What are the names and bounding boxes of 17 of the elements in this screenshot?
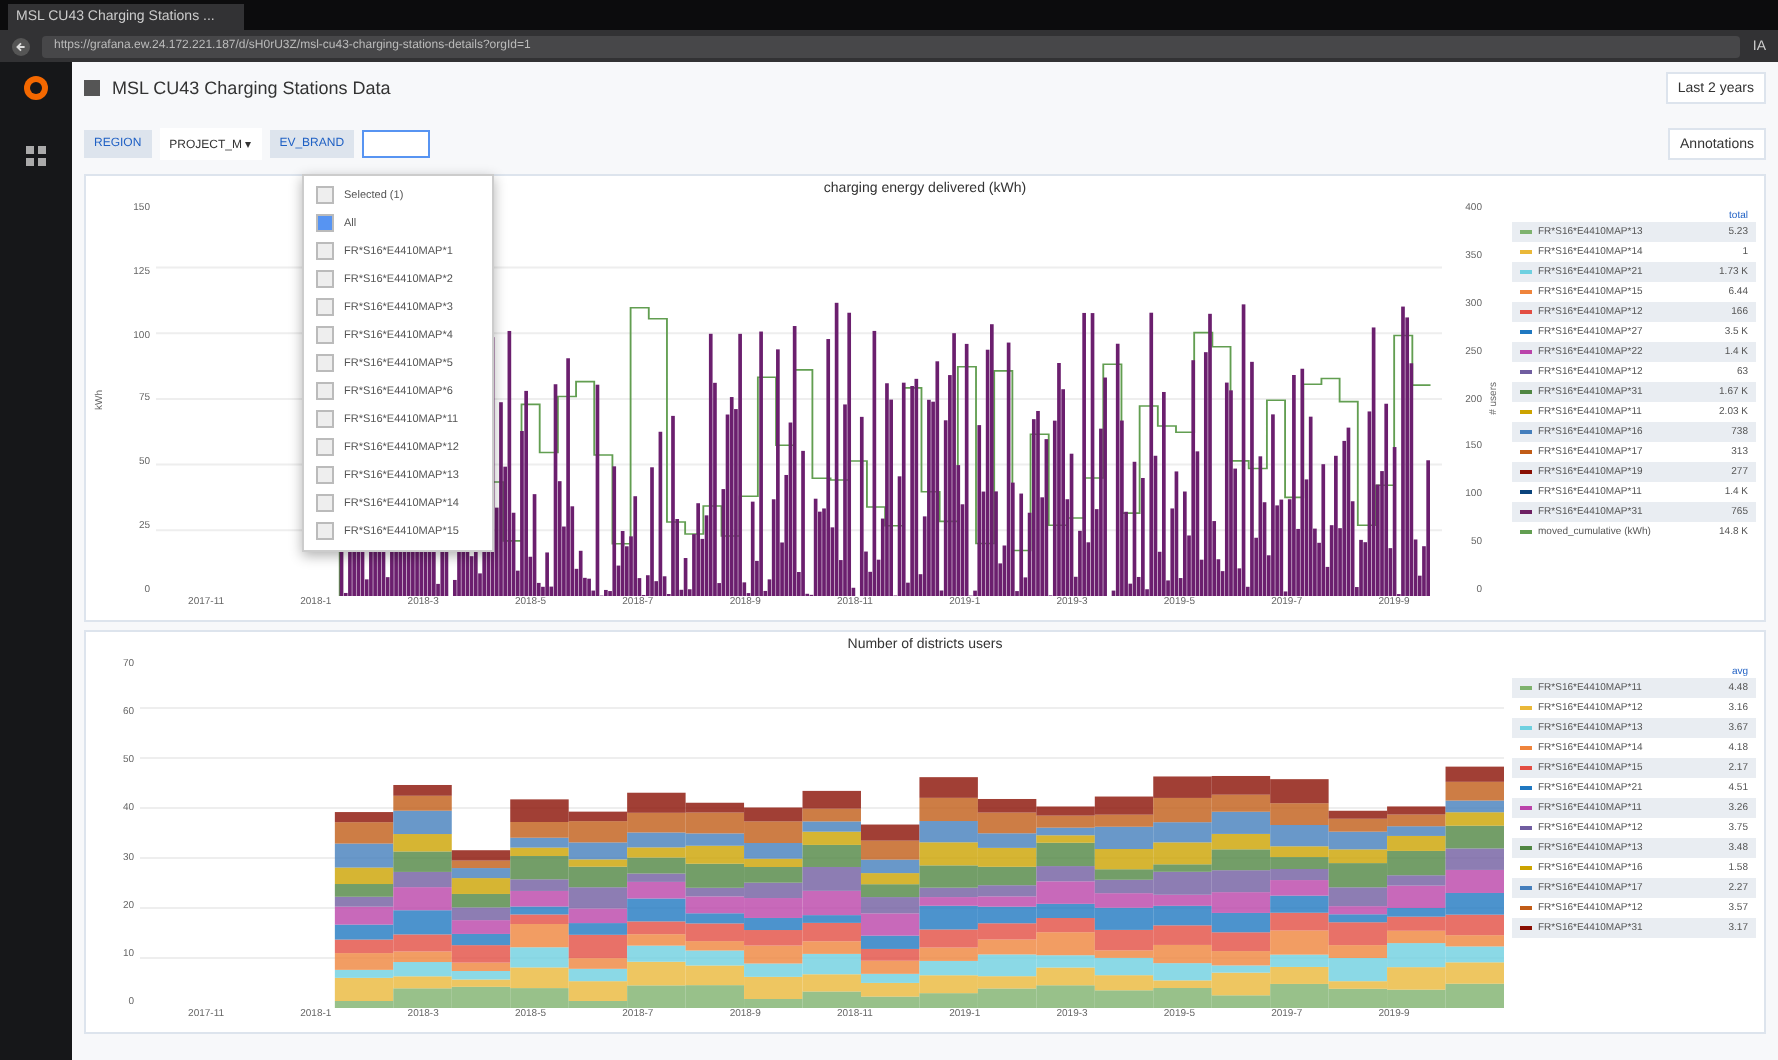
checkbox[interactable] xyxy=(316,242,334,260)
dashboard-title[interactable]: MSL CU43 Charging Stations Data xyxy=(112,78,1654,98)
back-arrow-icon[interactable] xyxy=(12,37,30,55)
checkbox[interactable] xyxy=(316,298,334,316)
checkbox[interactable] xyxy=(316,354,334,372)
checkbox[interactable] xyxy=(316,326,334,344)
dashboards-icon[interactable] xyxy=(26,146,46,166)
checkbox[interactable] xyxy=(316,466,334,484)
checkbox[interactable] xyxy=(316,214,334,232)
checkbox[interactable] xyxy=(316,186,334,204)
checkbox[interactable] xyxy=(316,438,334,456)
checkbox[interactable] xyxy=(316,270,334,288)
checkbox[interactable] xyxy=(316,522,334,540)
variable-input[interactable] xyxy=(362,130,431,158)
checkbox[interactable] xyxy=(316,410,334,428)
checkbox[interactable] xyxy=(316,382,334,400)
checkbox[interactable] xyxy=(316,494,334,512)
